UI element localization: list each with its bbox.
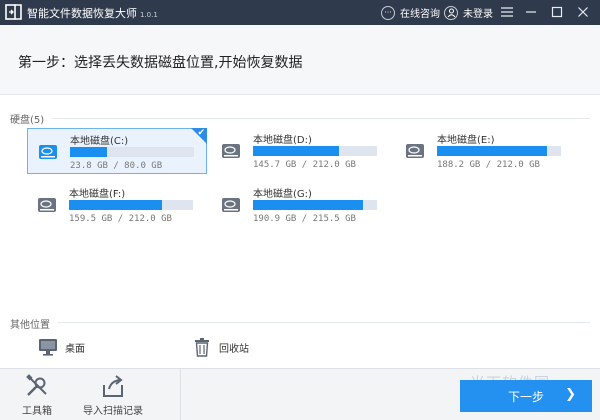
disk-item-d[interactable]: 本地磁盘(D:) 145.7 GB / 212.0 GB — [211, 128, 391, 174]
check-icon: ✔ — [197, 128, 205, 138]
disk-item-f[interactable]: 本地磁盘(F:) 159.5 GB / 212.0 GB — [27, 182, 207, 228]
disk-size: 23.8 GB / 80.0 GB — [70, 161, 163, 171]
disk-item-e[interactable]: 本地磁盘(E:) 188.2 GB / 212.0 GB — [395, 128, 575, 174]
location-label: 回收站 — [219, 343, 249, 355]
disk-name: 本地磁盘(E:) — [437, 135, 495, 146]
close-icon — [578, 7, 588, 17]
close-button[interactable] — [574, 3, 592, 21]
disk-usage-fill — [69, 200, 162, 210]
import-scan-record-label: 导入扫描记录 — [83, 406, 143, 417]
disk-name: 本地磁盘(D:) — [253, 135, 312, 146]
online-consult-button[interactable]: ··· 在线咨询 — [381, 4, 440, 21]
maximize-icon — [551, 6, 563, 18]
menu-button[interactable] — [498, 3, 516, 21]
disk-size: 188.2 GB / 212.0 GB — [437, 160, 540, 170]
hard-disk-icon — [222, 198, 240, 212]
app-version: 1.0.1 — [140, 11, 158, 19]
online-consult-label: 在线咨询 — [400, 9, 440, 20]
disk-section-label: 硬盘(5) — [10, 115, 45, 126]
import-icon — [103, 375, 123, 397]
disk-usage-bar — [69, 200, 193, 210]
minimize-button[interactable] — [522, 3, 540, 21]
title-bar: 智能文件数据恢复大师 1.0.1 ··· 在线咨询 未登录 — [0, 0, 600, 25]
location-desktop[interactable]: 桌面 — [38, 337, 85, 357]
step-header: 第一步：选择丢失数据磁盘位置,开始恢复数据 — [0, 25, 600, 95]
hamburger-icon — [501, 7, 513, 17]
disk-size: 159.5 GB / 212.0 GB — [69, 214, 172, 224]
minimize-icon — [526, 11, 536, 13]
import-scan-record-button[interactable]: 导入扫描记录 — [80, 369, 146, 420]
other-section-label: 其他位置 — [10, 320, 50, 331]
disk-usage-bar — [253, 200, 377, 210]
toolbar-separator — [180, 369, 181, 420]
disk-item-c[interactable]: 本地磁盘(C:) 23.8 GB / 80.0 GB ✔ — [27, 128, 207, 174]
disk-item-g[interactable]: 本地磁盘(G:) 190.9 GB / 215.5 GB — [211, 182, 391, 228]
disk-name: 本地磁盘(G:) — [253, 189, 312, 200]
app-logo-icon — [5, 4, 22, 20]
location-label: 桌面 — [65, 343, 85, 355]
chat-icon: ··· — [381, 5, 395, 20]
disk-name: 本地磁盘(F:) — [69, 189, 126, 200]
app-name: 智能文件数据恢复大师 — [27, 7, 137, 20]
disk-section-divider — [52, 118, 590, 119]
login-label: 未登录 — [463, 9, 493, 20]
disk-usage-fill — [253, 146, 339, 156]
login-button[interactable]: 未登录 — [444, 4, 493, 21]
disk-usage-fill — [437, 146, 548, 156]
monitor-icon — [39, 339, 57, 356]
disk-name: 本地磁盘(C:) — [70, 136, 129, 147]
disk-usage-bar — [437, 146, 561, 156]
toolbox-label: 工具箱 — [22, 406, 52, 417]
disk-size: 145.7 GB / 212.0 GB — [253, 160, 356, 170]
trash-icon — [195, 338, 209, 357]
user-icon — [444, 5, 458, 20]
disk-size: 190.9 GB / 215.5 GB — [253, 214, 356, 224]
disk-usage-fill — [70, 147, 108, 157]
disk-usage-bar — [70, 147, 194, 157]
location-recycle-bin[interactable]: 回收站 — [192, 337, 249, 357]
app-title: 智能文件数据恢复大师 1.0.1 — [27, 5, 158, 21]
tools-icon — [26, 374, 47, 396]
next-step-button[interactable]: 下一步 ❯ — [460, 380, 592, 412]
other-section-divider — [58, 322, 590, 323]
toolbox-button[interactable]: 工具箱 — [14, 369, 60, 420]
maximize-button[interactable] — [548, 3, 566, 21]
step-title: 第一步：选择丢失数据磁盘位置,开始恢复数据 — [18, 55, 303, 71]
chevron-right-icon: ❯ — [565, 387, 576, 402]
next-step-label: 下一步 — [507, 389, 544, 404]
hard-disk-icon — [406, 144, 424, 158]
disk-usage-bar — [253, 146, 377, 156]
disk-usage-fill — [253, 200, 364, 210]
hard-disk-icon — [38, 198, 56, 212]
hard-disk-icon — [39, 145, 57, 159]
hard-disk-icon — [222, 144, 240, 158]
